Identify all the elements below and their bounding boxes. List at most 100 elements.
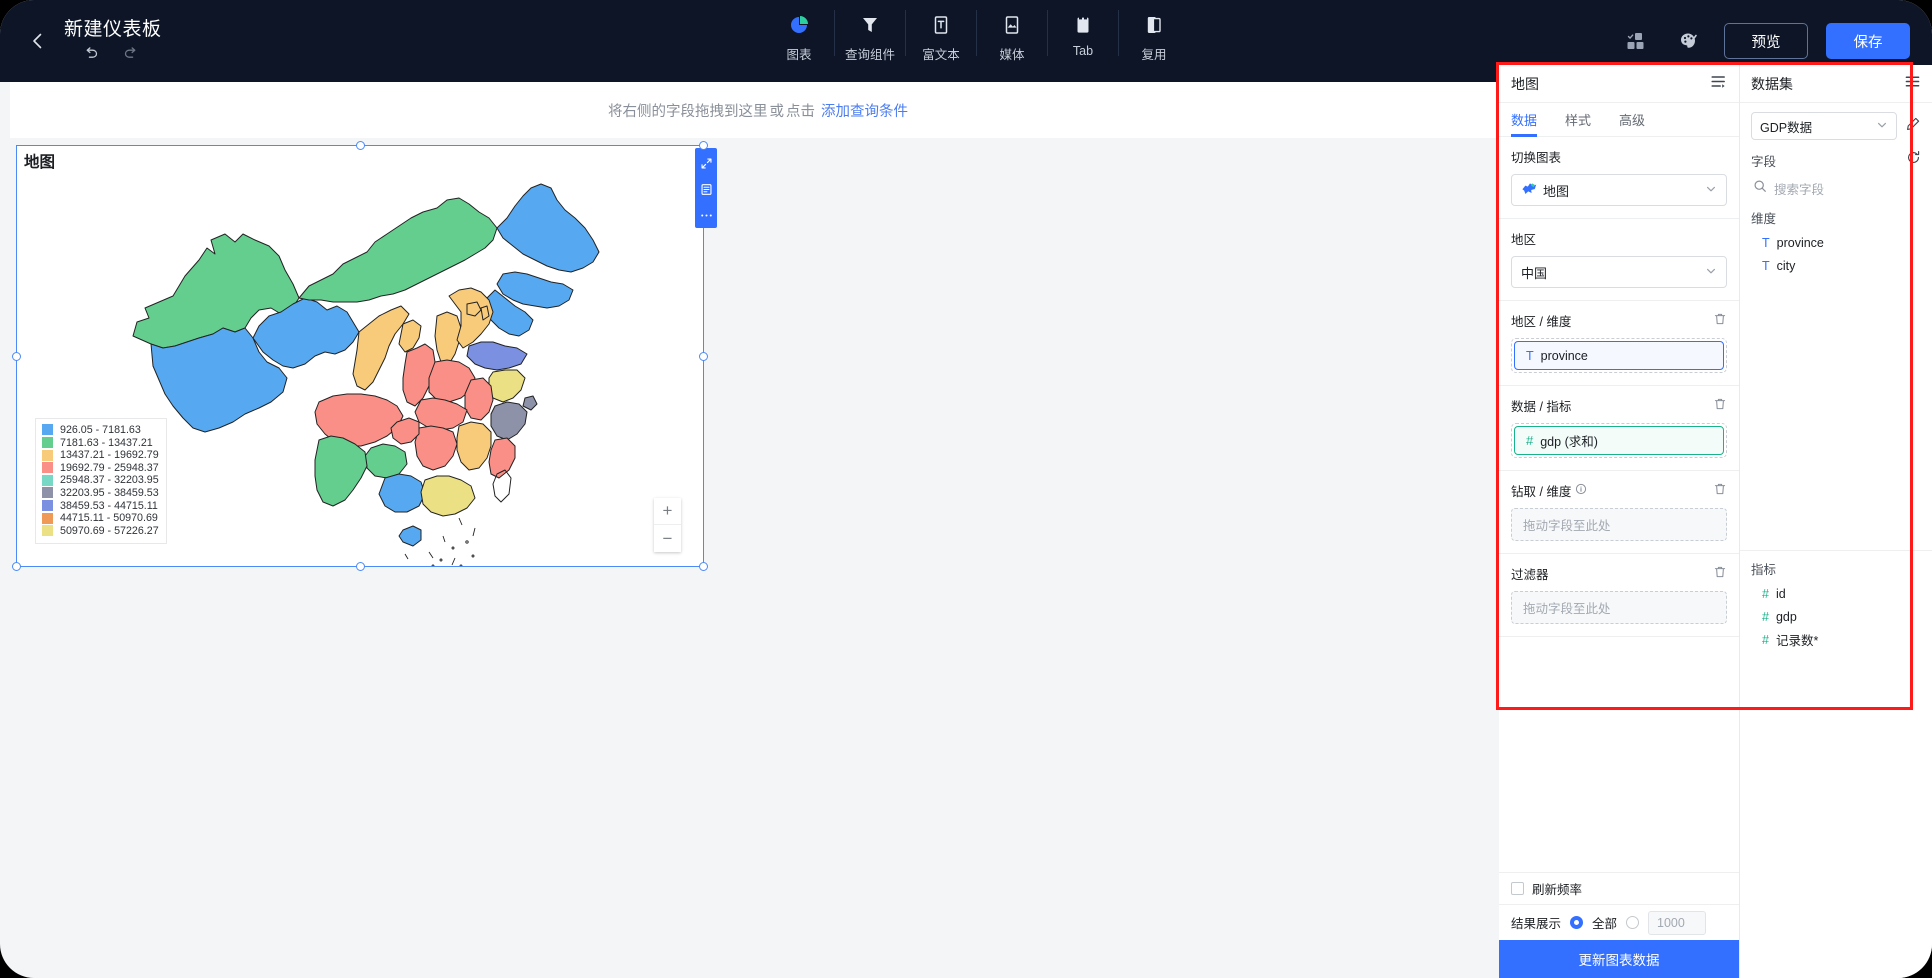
tab-advanced[interactable]: 高级 bbox=[1619, 103, 1645, 137]
field-search-input[interactable]: 搜索字段 bbox=[1751, 176, 1921, 200]
undo-icon[interactable] bbox=[82, 45, 100, 68]
dimension-field-province[interactable]: T province bbox=[1751, 231, 1921, 254]
text-type-icon: T bbox=[1762, 235, 1770, 250]
back-button[interactable] bbox=[18, 21, 58, 61]
region-select[interactable]: 中国 bbox=[1511, 256, 1727, 288]
result-limit-input[interactable]: 1000 bbox=[1648, 910, 1707, 935]
widget-toolbar bbox=[695, 148, 717, 228]
pencil-icon[interactable] bbox=[1905, 116, 1921, 137]
map-region-shanghai bbox=[522, 395, 538, 411]
dimension-field-city[interactable]: T city bbox=[1751, 254, 1921, 277]
palette-icon[interactable] bbox=[1672, 24, 1706, 58]
resize-handle-bottom-right[interactable] bbox=[699, 562, 708, 571]
filter-dropzone-config[interactable]: 拖动字段至此处 bbox=[1511, 591, 1727, 624]
filter-dropzone[interactable]: 将右侧的字段拖拽到这里 或 点击 添加查询条件 bbox=[10, 82, 1506, 138]
result-radio-all[interactable] bbox=[1570, 916, 1584, 929]
resize-handle-bottom-left[interactable] bbox=[12, 562, 21, 571]
dataset-panel: 数据集 GDP数据 字段 搜索字段 维度 T province T city 指… bbox=[1740, 65, 1932, 978]
tool-rich-text[interactable]: 富文本 bbox=[912, 6, 970, 63]
dataset-panel-title: 数据集 bbox=[1751, 75, 1793, 92]
legend-item: 7181.63 - 13437.21 bbox=[42, 436, 159, 449]
resize-handle-top-right[interactable] bbox=[699, 141, 708, 150]
dimension-value: province bbox=[1540, 348, 1588, 363]
legend-swatch bbox=[42, 462, 53, 474]
tool-divider bbox=[834, 10, 835, 56]
field-label: province bbox=[1776, 235, 1824, 250]
hamburger-icon[interactable] bbox=[1904, 73, 1921, 95]
widget-title: 地图 bbox=[24, 154, 56, 171]
trash-icon[interactable] bbox=[1713, 482, 1727, 499]
tool-label: 富文本 bbox=[922, 48, 960, 62]
save-button[interactable]: 保存 bbox=[1826, 23, 1910, 59]
resize-handle-bottom[interactable] bbox=[355, 562, 365, 571]
tool-divider bbox=[1118, 10, 1119, 56]
preview-button[interactable]: 预览 bbox=[1724, 23, 1808, 59]
tab-style[interactable]: 样式 bbox=[1565, 103, 1591, 137]
legend-item: 38459.53 - 44715.11 bbox=[42, 499, 159, 512]
dimension-dropzone[interactable]: T province bbox=[1511, 338, 1727, 373]
legend-swatch bbox=[42, 437, 53, 449]
map-region-guizhou bbox=[364, 443, 408, 479]
zoom-in-button[interactable]: + bbox=[654, 498, 681, 525]
switch-chart-select[interactable]: 地图 bbox=[1511, 174, 1727, 206]
tool-media[interactable]: 媒体 bbox=[983, 6, 1041, 63]
resize-handle-left[interactable] bbox=[12, 351, 21, 361]
expand-icon[interactable] bbox=[699, 156, 713, 170]
resize-handle-top[interactable] bbox=[355, 141, 365, 150]
map-region-guangxi bbox=[378, 473, 426, 513]
metrics-group-label: 指标 bbox=[1751, 563, 1777, 577]
update-chart-button[interactable]: 更新图表数据 bbox=[1499, 940, 1739, 978]
info-icon[interactable] bbox=[1575, 483, 1587, 498]
resize-handle-right[interactable] bbox=[699, 351, 708, 361]
metric-dropzone[interactable]: # gdp (求和) bbox=[1511, 423, 1727, 458]
legend-label: 19692.79 - 25948.37 bbox=[60, 461, 159, 474]
zoom-out-button[interactable]: − bbox=[654, 525, 681, 552]
field-label: id bbox=[1775, 586, 1786, 601]
metric-field-gdp[interactable]: # gdp bbox=[1751, 605, 1921, 628]
result-radio-limit[interactable] bbox=[1626, 916, 1640, 929]
tool-tab[interactable]: Tab bbox=[1054, 6, 1112, 58]
refresh-rate-row[interactable]: 刷新频率 bbox=[1499, 872, 1739, 904]
app-window: 新建仪表板 图表 查询组件 富文本 媒体 Tab 复用 预览 保存 将右侧的字段… bbox=[0, 0, 1932, 978]
tool-query-component[interactable]: 查询组件 bbox=[841, 6, 899, 63]
filter-label-row: 过滤器 bbox=[1511, 564, 1727, 583]
redo-icon[interactable] bbox=[122, 45, 140, 68]
map-region-hainan bbox=[398, 525, 422, 547]
add-filter-link[interactable]: 添加查询条件 bbox=[821, 100, 908, 121]
trash-icon[interactable] bbox=[1713, 312, 1727, 329]
legend-label: 7181.63 - 13437.21 bbox=[60, 436, 153, 449]
metric-section: 数据 / 指标 # gdp (求和) bbox=[1499, 386, 1739, 471]
title-block: 新建仪表板 bbox=[64, 14, 162, 68]
more-icon[interactable] bbox=[699, 208, 713, 222]
trash-icon[interactable] bbox=[1713, 565, 1727, 582]
fields-label: 字段 bbox=[1751, 154, 1777, 169]
tab-data[interactable]: 数据 bbox=[1511, 103, 1538, 137]
map-chart-widget[interactable]: 地图 926.05 - 7181.63 7181.63 - 13437.21 1… bbox=[12, 141, 717, 571]
tool-chart[interactable]: 图表 bbox=[770, 6, 828, 63]
tool-label: 查询组件 bbox=[844, 48, 895, 62]
undo-redo-group bbox=[64, 45, 162, 68]
list-settings-icon[interactable] bbox=[1710, 73, 1727, 95]
result-all-label: 全部 bbox=[1592, 917, 1618, 931]
drill-dropzone[interactable]: 拖动字段至此处 bbox=[1511, 508, 1727, 541]
layout-grid-icon[interactable] bbox=[1620, 24, 1654, 58]
metric-field-id[interactable]: # id bbox=[1751, 582, 1921, 605]
trash-icon[interactable] bbox=[1713, 397, 1727, 414]
metric-field-record-count[interactable]: # 记录数* bbox=[1751, 628, 1921, 651]
filter-hint-or: 或 bbox=[769, 103, 785, 120]
map-region-gansu bbox=[352, 305, 410, 391]
refresh-icon[interactable] bbox=[1906, 150, 1921, 170]
refresh-label: 刷新频率 bbox=[1532, 883, 1583, 897]
field-label: gdp bbox=[1775, 609, 1797, 624]
refresh-checkbox[interactable] bbox=[1511, 882, 1524, 895]
dataset-select-row: GDP数据 bbox=[1751, 112, 1921, 140]
region-value: 中国 bbox=[1521, 265, 1548, 281]
tool-reuse[interactable]: 复用 bbox=[1125, 6, 1183, 63]
map-region-hubei bbox=[414, 397, 468, 431]
dimension-section: 地区 / 维度 T province bbox=[1499, 301, 1739, 386]
dimension-pill[interactable]: T province bbox=[1514, 341, 1724, 370]
dataset-select[interactable]: GDP数据 bbox=[1751, 112, 1897, 140]
dimension-type-icon: T bbox=[1526, 348, 1534, 363]
data-table-icon[interactable] bbox=[699, 182, 713, 196]
metric-pill[interactable]: # gdp (求和) bbox=[1514, 426, 1724, 455]
